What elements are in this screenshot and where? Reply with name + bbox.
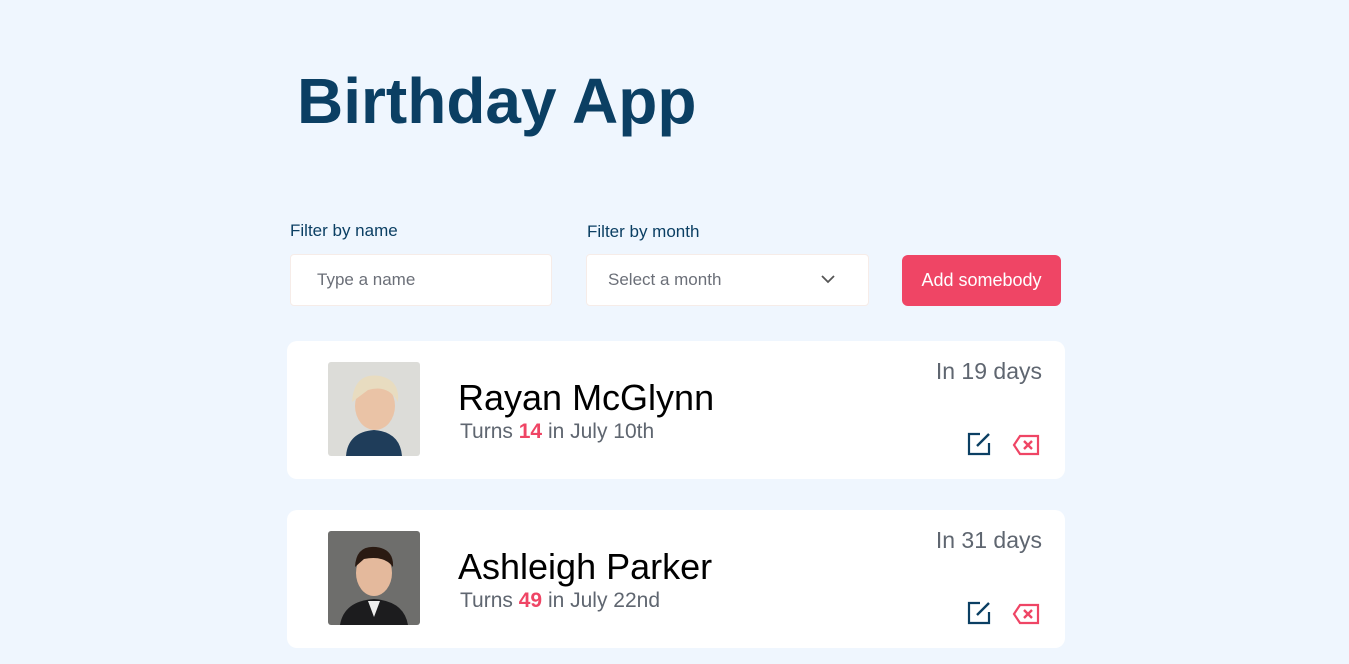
- person-card: Ashleigh Parker Turns 49 in July 22nd In…: [287, 510, 1065, 648]
- countdown: In 19 days: [935, 358, 1042, 384]
- add-somebody-button[interactable]: Add somebody: [902, 255, 1061, 306]
- chevron-down-icon: [821, 275, 835, 284]
- person-age: 49: [518, 589, 543, 612]
- countdown: In 31 days: [935, 527, 1042, 553]
- month-select[interactable]: Select a month: [586, 254, 869, 306]
- person-card: Rayan McGlynn Turns 14 in July 10th In 1…: [287, 341, 1065, 479]
- avatar: [328, 531, 420, 625]
- avatar: [328, 362, 420, 456]
- edit-icon[interactable]: [967, 432, 991, 456]
- page-title: Birthday App: [297, 65, 697, 137]
- delete-icon[interactable]: [1012, 603, 1040, 625]
- filter-month-label: Filter by month: [587, 222, 700, 241]
- name-filter-input[interactable]: [315, 269, 551, 291]
- delete-icon[interactable]: [1012, 434, 1040, 456]
- person-birthday-info: Turns 49 in July 22nd: [460, 589, 661, 612]
- edit-icon[interactable]: [967, 601, 991, 625]
- name-filter-field[interactable]: [290, 254, 552, 306]
- filter-name-label: Filter by name: [290, 221, 398, 240]
- person-birthday-info: Turns 14 in July 10th: [460, 420, 655, 443]
- person-age: 14: [518, 420, 543, 443]
- person-name: Rayan McGlynn: [458, 377, 715, 418]
- person-name: Ashleigh Parker: [458, 546, 713, 587]
- month-select-value: Select a month: [608, 270, 722, 289]
